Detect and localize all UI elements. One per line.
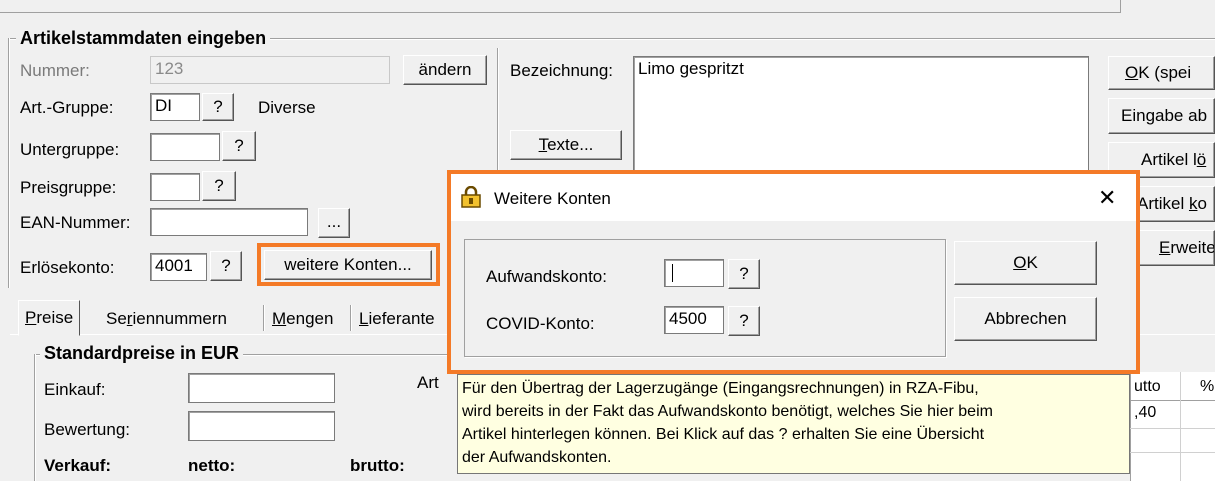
- aendern-button[interactable]: ändern: [403, 55, 487, 85]
- untergruppe-label: Untergruppe:: [20, 140, 120, 159]
- artgruppe-help-button[interactable]: ?: [202, 93, 234, 121]
- tooltip-line-3: Artikel hinterlegen können. Bei Klick au…: [462, 426, 985, 443]
- prices-title: Standardpreise in EUR: [40, 343, 244, 364]
- price-table-value: ,40: [1134, 404, 1157, 421]
- tab-preise[interactable]: Preise: [18, 300, 81, 336]
- preisgruppe-label: Preisgruppe:: [20, 178, 117, 197]
- tooltip: Für den Übertrag der Lagerzugänge (Einga…: [457, 374, 1130, 474]
- artgruppe-description: Diverse: [258, 98, 316, 117]
- ean-browse-button[interactable]: ...: [318, 208, 350, 238]
- tooltip-line-4: der Aufwandskonten.: [462, 449, 612, 466]
- artgruppe-field[interactable]: DI: [150, 93, 200, 121]
- group-frame-left: [8, 38, 10, 288]
- verkauf-label: Verkauf:: [44, 456, 112, 475]
- nummer-label: Nummer:: [20, 61, 90, 80]
- tab-lieferanten[interactable]: Lieferante: [353, 305, 441, 335]
- bewertung-field[interactable]: [188, 411, 335, 441]
- price-table-header-brutto: utto: [1134, 378, 1161, 395]
- untergruppe-help-button[interactable]: ?: [222, 131, 256, 161]
- bezeichnung-label: Bezeichnung:: [510, 61, 614, 80]
- preisgruppe-help-button[interactable]: ?: [202, 171, 236, 201]
- price-table-row-line: [1130, 428, 1215, 429]
- einkauf-label: Einkauf:: [44, 380, 106, 399]
- texte-button[interactable]: Texte...: [510, 130, 622, 160]
- untergruppe-field[interactable]: [150, 133, 220, 161]
- ok-save-button[interactable]: OK (spei: [1108, 56, 1215, 90]
- eingabe-abbrechen-button[interactable]: Eingabe ab: [1108, 98, 1215, 134]
- ean-field[interactable]: [150, 208, 308, 236]
- netto-label: netto:: [188, 456, 236, 475]
- artgruppe-label: Art.-Gruppe:: [20, 98, 114, 117]
- tab-sep-2: [350, 305, 352, 331]
- tab-mengen[interactable]: Mengen: [266, 305, 339, 335]
- price-table-grid-v: [1180, 372, 1181, 481]
- preisgruppe-field[interactable]: [150, 173, 200, 201]
- tab-sep-1: [263, 305, 265, 331]
- erloes-label: Erlösekonto:: [20, 258, 115, 277]
- bezeichnung-textarea[interactable]: Limo gespritzt: [633, 56, 1089, 178]
- ean-label: EAN-Nummer:: [20, 213, 131, 232]
- nummer-field: 123: [150, 56, 390, 84]
- price-table-row-line-2: [1130, 452, 1215, 453]
- einkauf-field[interactable]: [188, 373, 335, 403]
- price-table-header-pct: %: [1200, 378, 1215, 395]
- price-table-header-line: [1130, 400, 1215, 401]
- top-edge: [0, 0, 1121, 13]
- form-title: Artikelstammdaten eingeben: [16, 28, 271, 49]
- tooltip-line-1: Für den Übertrag der Lagerzugänge (Einga…: [462, 380, 979, 397]
- art-label-partial: Art: [417, 373, 439, 392]
- tab-seriennummern[interactable]: Seriennummern: [100, 305, 233, 335]
- erloes-field[interactable]: 4001: [150, 253, 207, 281]
- weitere-konten-highlight: [257, 243, 440, 286]
- tooltip-line-2: wird bereits in der Fakt das Aufwandskon…: [462, 403, 993, 420]
- bewertung-label: Bewertung:: [44, 420, 130, 439]
- prices-frame-left: [34, 354, 36, 481]
- dialog-highlight: [447, 170, 1140, 374]
- erloes-help-button[interactable]: ?: [210, 251, 242, 281]
- brutto-label: brutto:: [350, 456, 405, 475]
